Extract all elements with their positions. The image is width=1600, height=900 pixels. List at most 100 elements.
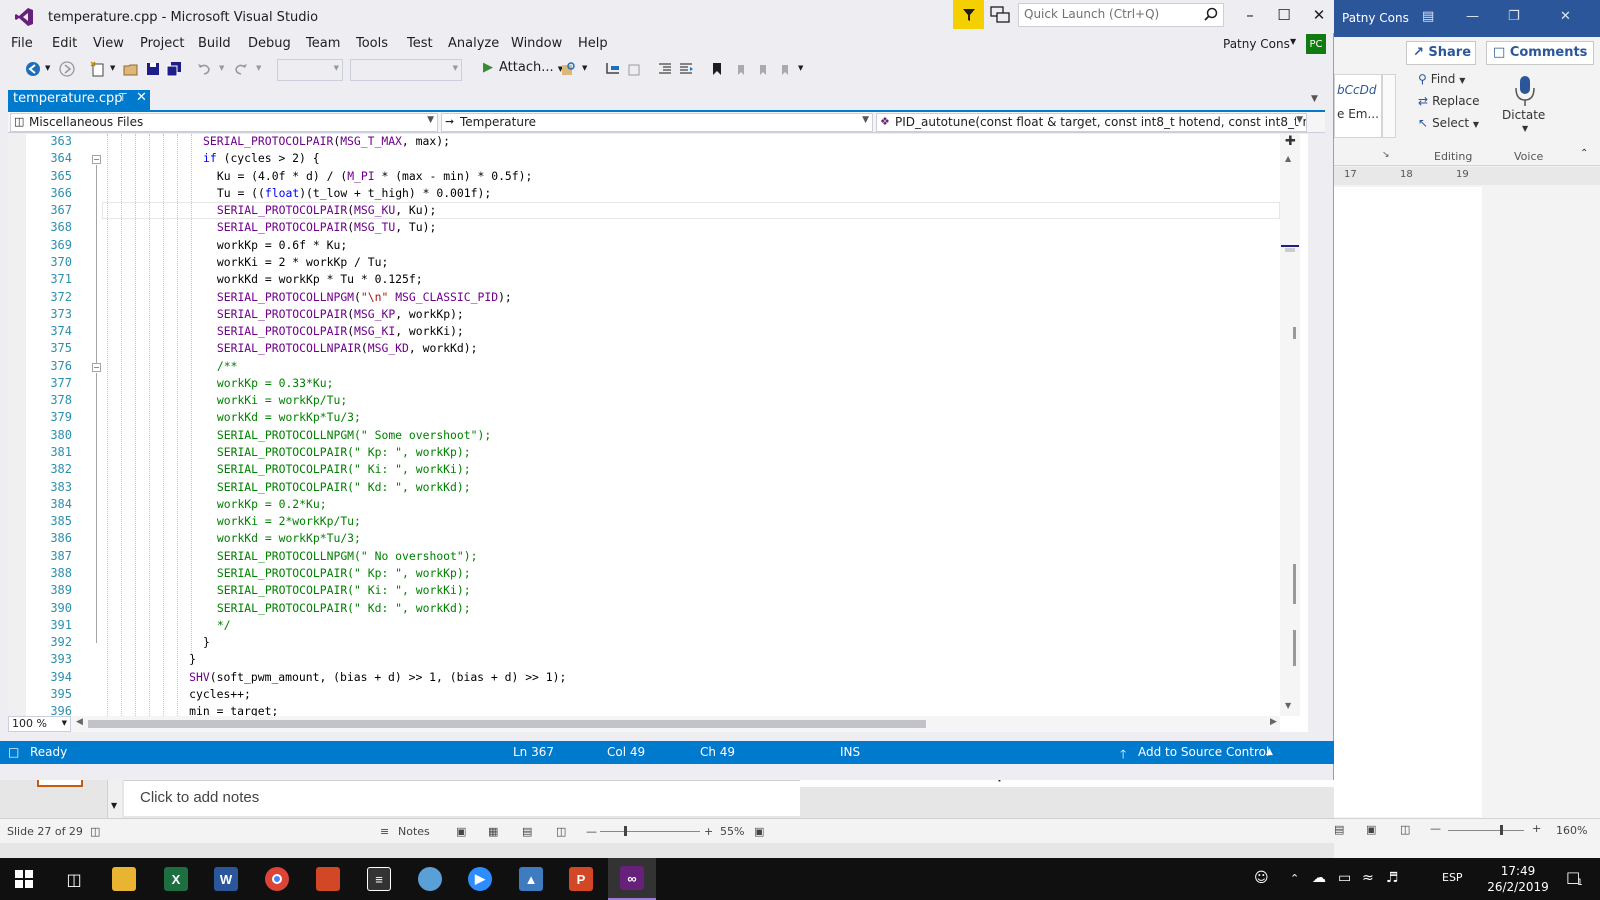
show-hidden-icons-icon[interactable]: ⌃ [1290, 872, 1299, 885]
code-line[interactable]: Ku = (4.0f * d) / (M_PI * (max - min) * … [217, 169, 532, 183]
menu-view[interactable]: View [93, 36, 124, 51]
notes-icon[interactable]: ≡ [380, 825, 389, 838]
code-line[interactable]: SERIAL_PROTOCOLPAIR(" Ki: ", workKi); [217, 583, 471, 597]
step-over-icon[interactable] [626, 61, 642, 77]
read-mode-icon[interactable]: ▤ [1334, 823, 1344, 836]
redo-icon[interactable] [233, 61, 249, 77]
ppt-zoom-thumb[interactable] [624, 826, 627, 836]
code-line[interactable]: SHV(soft_pwm_amount, (bias + d) >> 1, (b… [189, 670, 566, 684]
ppt-viewer-button[interactable] [304, 858, 352, 900]
minimize-button[interactable]: – [1233, 6, 1267, 24]
volume-icon[interactable]: ♬ [1386, 870, 1399, 886]
clear-bookmarks-icon[interactable] [777, 61, 793, 77]
code-line[interactable]: } [203, 635, 210, 649]
word-page[interactable] [1334, 187, 1482, 817]
horizontal-scroll-thumb[interactable] [88, 720, 926, 728]
battery-icon[interactable]: ▭ [1338, 870, 1351, 886]
wifi-icon[interactable]: ≈ [1362, 870, 1374, 886]
next-bookmark-icon[interactable] [755, 61, 771, 77]
zoom-app-button[interactable]: ▶ [456, 858, 504, 900]
scroll-left-icon[interactable]: ◀ [76, 717, 83, 727]
code-line[interactable]: workKd = workKp*Tu/3; [217, 410, 361, 424]
menu-window[interactable]: Window [511, 36, 562, 51]
code-line[interactable]: if (cycles > 2) { [203, 151, 320, 165]
project-combo[interactable]: ◫ Miscellaneous Files ▼ [10, 113, 438, 132]
normal-view-icon[interactable]: ▣ [456, 825, 466, 838]
zoom-in-icon[interactable]: + [1532, 822, 1541, 835]
code-line[interactable]: workKi = 2 * workKp / Tu; [217, 255, 388, 269]
solution-config-combo[interactable]: ▼ [277, 59, 343, 81]
add-to-source-control-button[interactable]: Add to Source Control [1138, 745, 1269, 759]
code-line[interactable]: SERIAL_PROTOCOLLNPGM(" Some overshoot"); [217, 428, 491, 442]
paint-button[interactable] [406, 858, 454, 900]
avatar[interactable]: PC [1306, 34, 1326, 54]
menu-help[interactable]: Help [578, 36, 608, 51]
collapse-region-icon[interactable]: − [92, 362, 101, 372]
tab-temperature-cpp[interactable]: temperature.cpp ⊤ ✕ [8, 90, 150, 110]
zoom-out-icon[interactable]: — [586, 825, 597, 838]
input-language[interactable]: ESP [1442, 871, 1463, 884]
clock[interactable]: 17:49 26/2/2019 [1473, 863, 1563, 895]
code-line[interactable]: workKp = 0.33*Ku; [217, 376, 334, 390]
quick-launch-input[interactable]: Quick Launch (Ctrl+Q) [1018, 3, 1224, 27]
scroll-up-icon[interactable]: ▲ [1285, 154, 1291, 163]
scroll-thumb[interactable] [1293, 564, 1296, 604]
collapse-region-icon[interactable]: − [92, 155, 101, 165]
web-layout-icon[interactable]: ◫ [1400, 823, 1410, 836]
people-icon[interactable]: ☺ [1254, 870, 1269, 886]
code-line[interactable]: workKp = 0.6f * Ku; [217, 238, 347, 252]
chevron-down-icon[interactable]: ▼ [582, 64, 587, 72]
code-line[interactable]: SERIAL_PROTOCOLPAIR(MSG_KP, workKp); [217, 307, 464, 321]
split-window-icon[interactable]: ✚ [1285, 134, 1296, 149]
chevron-down-icon[interactable]: ▼ [45, 64, 50, 72]
search-icon[interactable] [1204, 7, 1218, 21]
code-line[interactable]: /** [217, 359, 238, 373]
chevron-down-icon[interactable]: ▼ [1290, 37, 1296, 46]
zoom-out-icon[interactable]: — [1430, 822, 1441, 835]
zoom-slider-thumb[interactable] [1500, 825, 1503, 835]
start-button[interactable] [0, 858, 48, 900]
file-explorer-button[interactable] [100, 858, 148, 900]
zoom-combo[interactable]: 100 % ▼ [8, 716, 71, 732]
member-combo[interactable]: ❖ PID_autotune(const float & target, con… [876, 113, 1307, 132]
notes-toggle[interactable]: Notes [398, 825, 430, 838]
accessibility-icon[interactable]: ◫ [90, 825, 100, 838]
code-line[interactable]: SERIAL_PROTOCOLLNPGM(" No overshoot"); [217, 549, 478, 563]
word-button[interactable]: W [202, 858, 250, 900]
menu-debug[interactable]: Debug [248, 36, 291, 51]
scroll-down-icon[interactable]: ▼ [111, 801, 117, 810]
save-icon[interactable] [145, 61, 161, 77]
menu-team[interactable]: Team [306, 36, 340, 51]
open-file-icon[interactable] [123, 61, 139, 77]
code-line[interactable]: SERIAL_PROTOCOLPAIR(" Kd: ", workKd); [217, 480, 471, 494]
ppt-zoom-slider[interactable] [600, 831, 700, 832]
step-into-icon[interactable] [605, 61, 621, 77]
code-line[interactable]: SERIAL_PROTOCOLPAIR(" Kp: ", workKp); [217, 445, 471, 459]
close-icon[interactable]: ✕ [1560, 9, 1571, 24]
ppt-zoom-level[interactable]: 55% [720, 825, 744, 838]
solution-platform-combo[interactable]: ▼ [350, 59, 462, 81]
code-line[interactable]: cycles++; [189, 687, 251, 701]
code-line[interactable]: */ [217, 618, 231, 632]
maximize-button[interactable]: ☐ [1267, 6, 1301, 24]
code-line[interactable]: Tu = ((float)(t_low + t_high) * 0.001f); [217, 186, 491, 200]
chevron-down-icon[interactable]: ▼ [256, 64, 261, 72]
close-button[interactable]: ✕ [1302, 6, 1336, 24]
chevron-down-icon[interactable]: ▼ [110, 64, 115, 72]
code-line[interactable]: SERIAL_PROTOCOLPAIR(MSG_T_MAX, max); [203, 134, 450, 148]
fit-window-icon[interactable]: ▣ [754, 825, 764, 838]
visual-studio-button[interactable]: ∞ [608, 858, 656, 900]
code-line[interactable]: SERIAL_PROTOCOLLNPAIR(MSG_KD, workKd); [217, 341, 478, 355]
arrow-up-icon[interactable]: 🡑 [1120, 745, 1126, 766]
code-line[interactable]: workKi = workKp/Tu; [217, 393, 347, 407]
attach-button[interactable]: ▶ Attach... ▼ [483, 60, 563, 75]
microphone-icon[interactable] [1512, 74, 1538, 108]
feedback-icon[interactable] [990, 6, 1010, 24]
zoom-in-icon[interactable]: + [704, 825, 713, 838]
find-button[interactable]: ⚲ Find ▼ [1418, 72, 1465, 86]
comments-button[interactable]: □ Comments [1486, 41, 1594, 65]
word-zoom-level[interactable]: 160% [1556, 824, 1587, 837]
code-line[interactable]: workKp = 0.2*Ku; [217, 497, 327, 511]
chevron-up-icon[interactable]: ▲ [1266, 747, 1273, 757]
ribbon-display-icon[interactable]: ▤ [1422, 9, 1434, 24]
